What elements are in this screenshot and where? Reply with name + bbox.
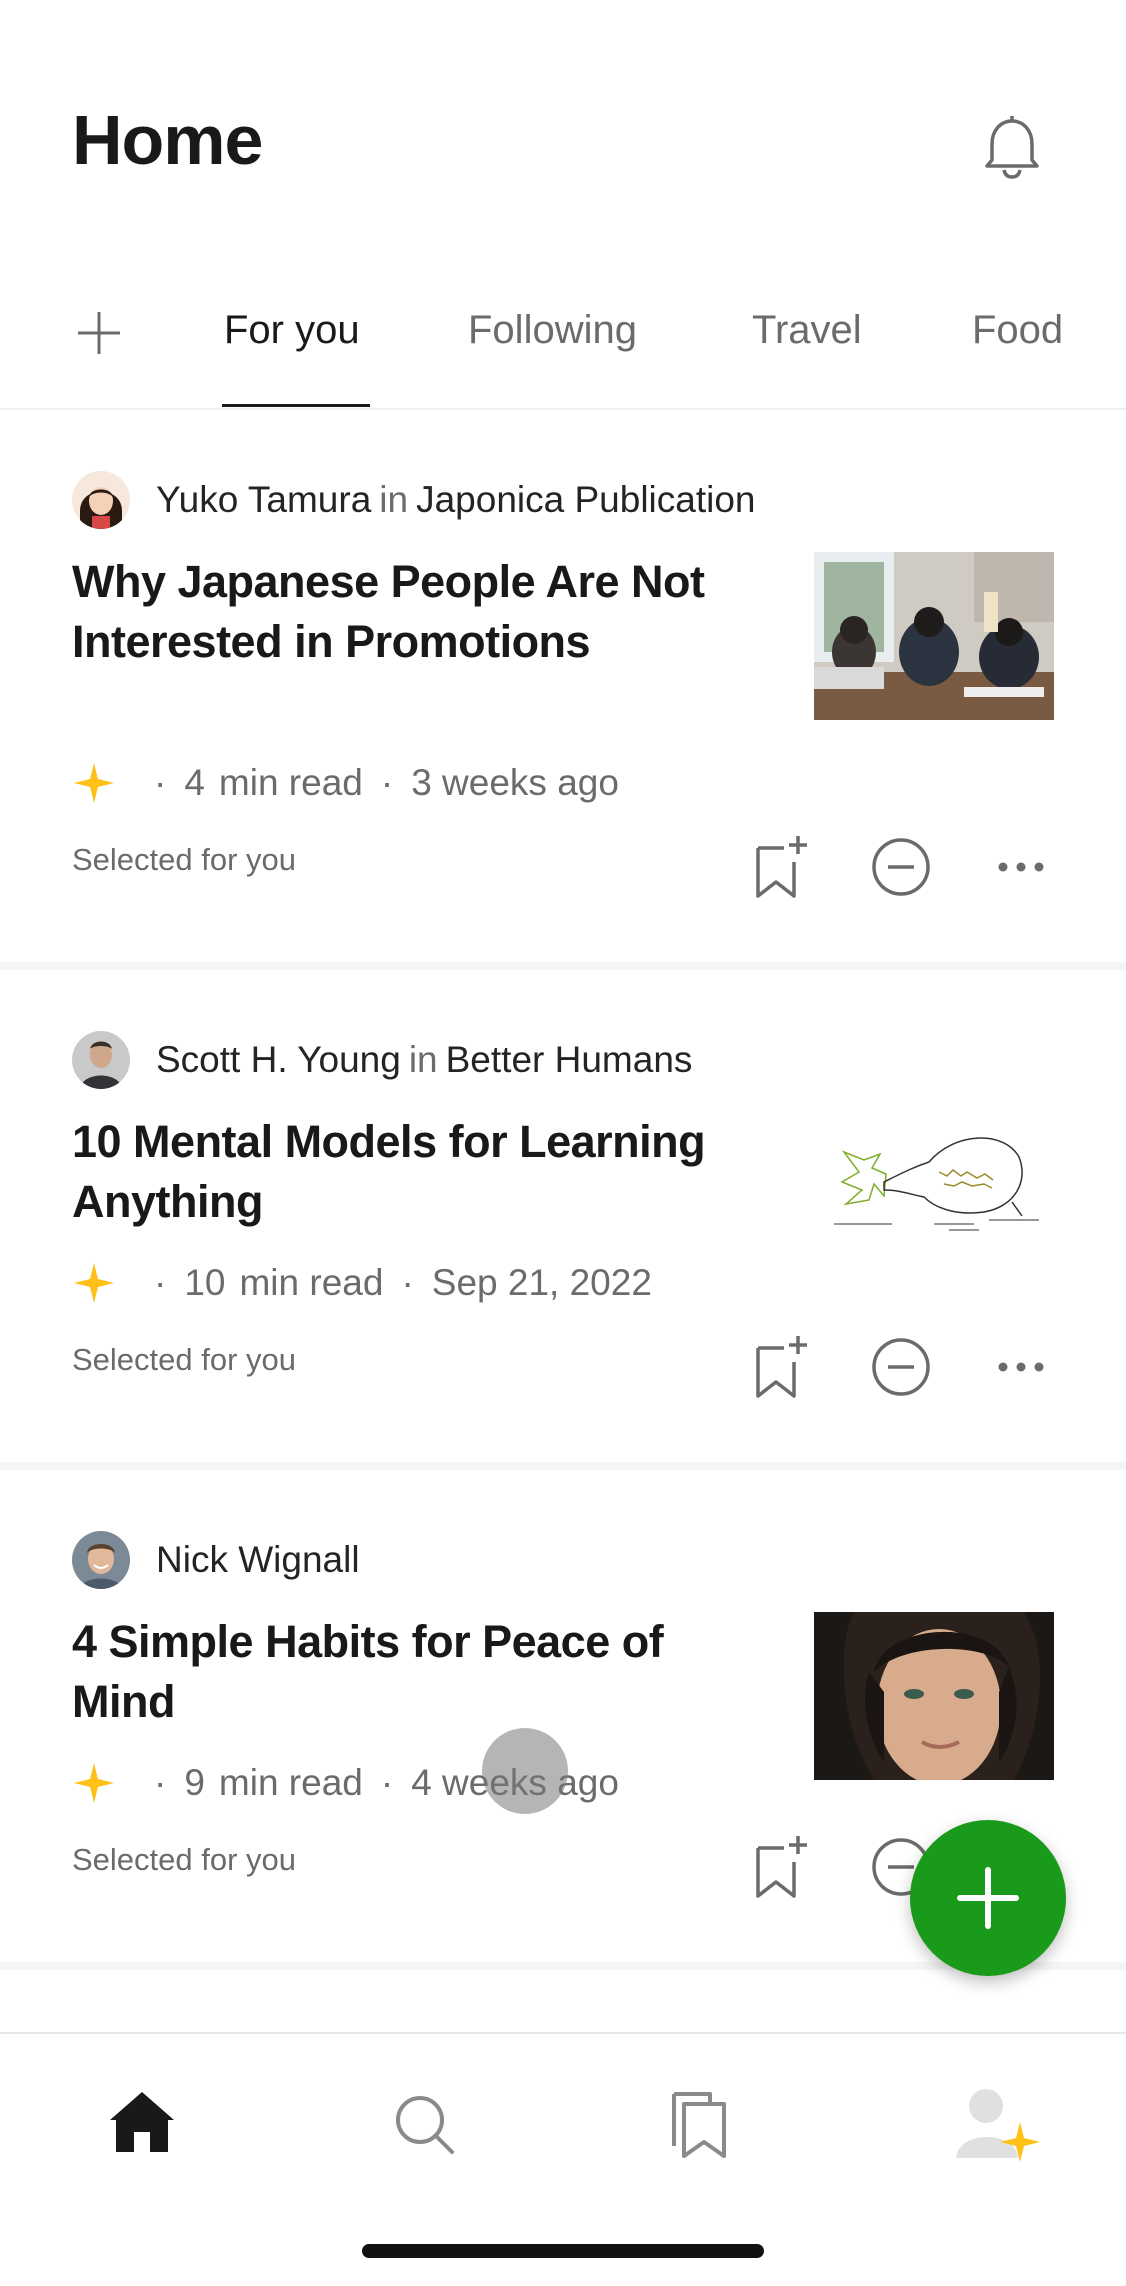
publish-date: Sep 21, 2022 (431, 1262, 652, 1303)
article-thumbnail[interactable] (814, 1112, 1054, 1280)
bookmark-add-icon[interactable] (750, 832, 820, 902)
read-time-number: 10 (184, 1262, 226, 1303)
star-icon (74, 763, 114, 803)
minus-circle-icon[interactable] (866, 832, 936, 902)
bookmarks-icon[interactable] (660, 2084, 740, 2164)
plus-icon[interactable] (74, 308, 124, 358)
tab-for-you[interactable]: For you (224, 308, 360, 353)
separator: · (401, 1262, 414, 1303)
author-row: Scott H. Young in Better Humans (72, 1030, 692, 1090)
article-card[interactable]: Yuko Tamura in Japonica Publication Why … (0, 410, 1126, 970)
more-horizontal-icon[interactable] (986, 832, 1056, 902)
selected-for-you-label: Selected for you (72, 1342, 297, 1377)
tab-following[interactable]: Following (468, 308, 637, 353)
plus-icon (957, 1867, 1019, 1929)
separator: · (380, 762, 394, 803)
article-actions (750, 832, 1050, 902)
publish-date: 3 weeks ago (411, 762, 619, 803)
author-name[interactable]: Nick Wignall (156, 1539, 360, 1581)
read-time-number: 9 (184, 1762, 205, 1803)
bookmark-add-icon[interactable] (750, 1832, 820, 1902)
home-icon[interactable] (102, 2084, 182, 2164)
profile-icon[interactable] (950, 2078, 1042, 2170)
author-row: Nick Wignall (72, 1530, 360, 1590)
author-name[interactable]: Scott H. Young (156, 1039, 401, 1081)
tab-travel[interactable]: Travel (752, 308, 862, 353)
read-time-label: min read (218, 762, 363, 803)
article-title[interactable]: 4 Simple Habits for Peace of Mind (72, 1612, 712, 1732)
separator: · (380, 1762, 394, 1803)
article-meta: · 4 min read · 3 weeks ago (72, 758, 619, 808)
compose-button[interactable] (910, 1820, 1066, 1976)
author-name[interactable]: Yuko Tamura (156, 479, 371, 521)
avatar[interactable] (72, 1031, 130, 1089)
touch-indicator (482, 1728, 568, 1814)
selected-for-you-label: Selected for you (72, 842, 297, 877)
more-horizontal-icon[interactable] (986, 1332, 1056, 1402)
star-icon (74, 1263, 114, 1303)
in-label: in (408, 1039, 438, 1080)
read-time-label: min read (239, 1262, 384, 1303)
star-icon (74, 1763, 114, 1803)
read-time-label: min read (218, 1762, 363, 1803)
avatar[interactable] (72, 1531, 130, 1589)
search-icon[interactable] (384, 2084, 464, 2164)
article-meta: · 10 min read · Sep 21, 2022 (72, 1258, 652, 1308)
bell-icon[interactable] (982, 110, 1042, 180)
author-row: Yuko Tamura in Japonica Publication (72, 470, 756, 530)
page-title: Home (72, 101, 263, 179)
in-label: in (379, 479, 409, 520)
selected-for-you-label: Selected for you (72, 1842, 297, 1877)
home-indicator (362, 2244, 764, 2258)
avatar[interactable] (72, 471, 130, 529)
article-title[interactable]: Why Japanese People Are Not Interested i… (72, 552, 712, 672)
article-thumbnail[interactable] (814, 1612, 1054, 1780)
tab-food[interactable]: Food (972, 308, 1063, 353)
header: Home (0, 0, 1126, 260)
topic-tabs: For you Following Travel Food (0, 268, 1126, 410)
article-thumbnail[interactable] (814, 552, 1054, 720)
separator: · (154, 1762, 167, 1803)
publication-name[interactable]: Japonica Publication (416, 479, 755, 521)
bookmark-add-icon[interactable] (750, 1332, 820, 1402)
article-title[interactable]: 10 Mental Models for Learning Anything (72, 1112, 712, 1232)
read-time-number: 4 (184, 762, 205, 803)
article-actions (750, 1332, 1050, 1402)
article-card[interactable]: Scott H. Young in Better Humans 10 Menta… (0, 970, 1126, 1470)
publication-name[interactable]: Better Humans (446, 1039, 693, 1081)
separator: · (154, 1262, 167, 1303)
minus-circle-icon[interactable] (866, 1332, 936, 1402)
separator: · (154, 762, 167, 803)
active-tab-indicator (222, 404, 370, 407)
